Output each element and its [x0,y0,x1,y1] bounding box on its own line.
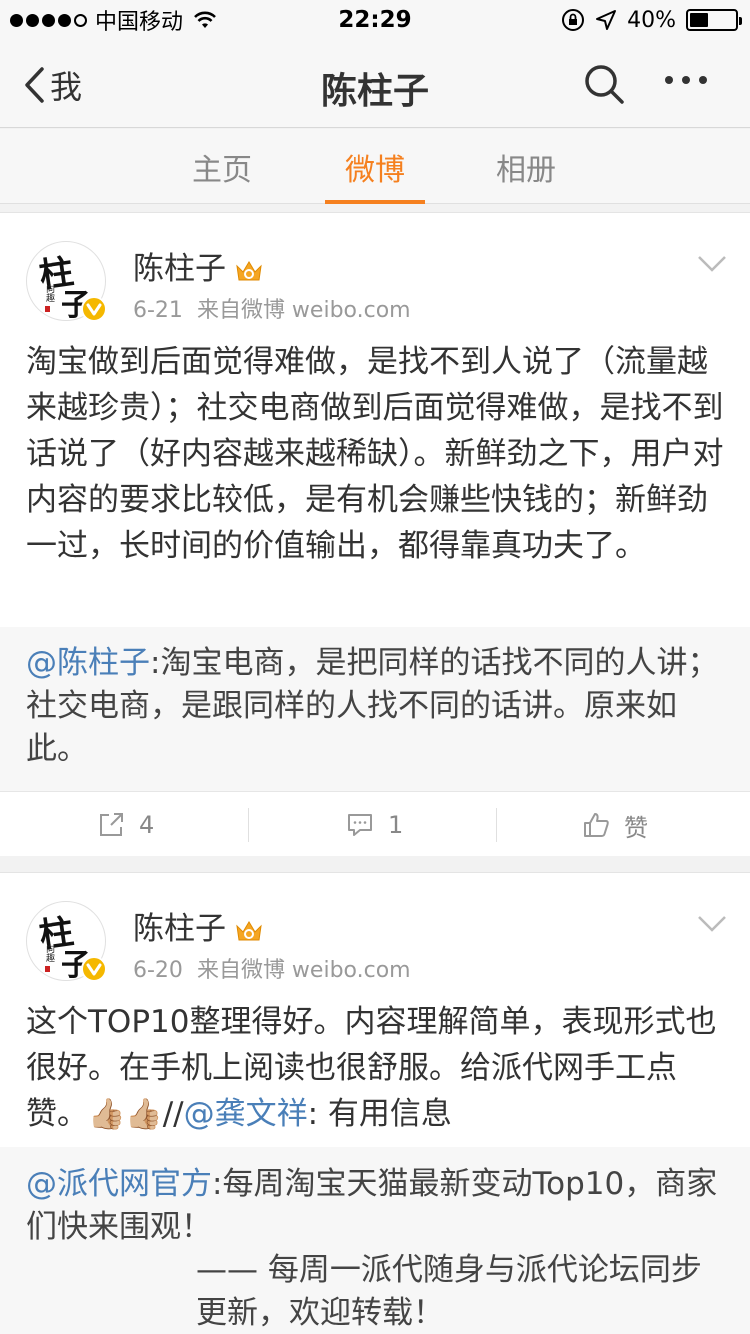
repost-mention[interactable]: @派代网官方 [26,1166,212,1202]
battery-icon [686,9,742,31]
repost-block[interactable]: @陈柱子:淘宝电商，是把同样的话找不同的人讲；社交电商，是跟同样的人找不同的话讲… [0,627,750,791]
tab-home[interactable]: 主页 [172,145,272,189]
post-source: 来自微博 weibo.com [196,298,411,323]
post-date: 6-20 [133,958,183,983]
verified-icon [81,296,107,322]
more-icon[interactable] [665,76,707,84]
post-mention[interactable]: @龚文祥 [184,1096,308,1132]
avatar[interactable]: 柱 子 向趣 [26,241,107,322]
tab-album[interactable]: 相册 [476,145,576,189]
status-bar: 中国移动 22:29 40% [0,0,750,40]
post-source: 来自微博 weibo.com [196,958,411,983]
orientation-lock-icon [562,9,585,31]
crown-icon [236,260,262,280]
profile-tabs: 主页 微博 相册 [0,129,750,204]
like-label: 赞 [624,813,648,842]
avatar[interactable]: 柱 子 向趣 [26,901,107,982]
repost-text: @陈柱子:淘宝电商，是把同样的话找不同的人讲；社交电商，是跟同样的人找不同的话讲… [26,642,726,771]
like-icon [584,813,609,837]
page-title: 陈柱子 [320,71,429,112]
post-card[interactable]: 柱 子 向趣 陈柱子 6-21 来自微博 weibo.com 淘宝做到后面觉得难… [0,212,750,856]
repost-block[interactable]: @派代网官方:每周淘宝天猫最新变动Top10，商家们快来围观！ —— 每周一派代随… [0,1147,750,1334]
crown-icon [236,920,262,940]
divider [248,808,249,842]
action-bar: 4 1 赞 [0,791,750,857]
comment-icon [348,814,372,836]
tab-weibo[interactable]: 微博 [325,145,425,189]
post-text: 这个TOP10整理得好。内容理解简单，表现形式也很好。在手机上阅读也很舒服。给派… [26,999,726,1138]
repost-mention[interactable]: @陈柱子 [26,645,150,681]
search-icon[interactable] [582,62,626,106]
chevron-down-icon[interactable] [697,255,727,273]
like-button[interactable]: 赞 [582,792,648,858]
user-name-text: 陈柱子 [133,251,226,287]
thumbs-up-emoji: 👍🏼👍🏼 [88,1097,163,1132]
post-date: 6-21 [133,298,183,323]
post-text-tail: : 有用信息 [307,1096,452,1132]
repost-icon [100,813,123,836]
user-name[interactable]: 陈柱子 [133,903,264,948]
repost-count: 4 [139,811,155,839]
user-name-text: 陈柱子 [133,911,226,947]
user-name[interactable]: 陈柱子 [133,243,264,288]
post-text: 淘宝做到后面觉得难做，是找不到人说了（流量越来越珍贵）；社交电商做到后面觉得难做… [26,344,724,564]
post-card[interactable]: 柱 子 向趣 陈柱子 6-20 来自微博 weibo.com 这个TOP10整理… [0,872,750,1334]
repost-button[interactable]: 4 [97,792,154,858]
comment-count: 1 [388,811,404,839]
post-meta: 6-20 来自微博 weibo.com [133,952,411,984]
repost-separator: // [162,1096,184,1132]
nav-bar: 我 陈柱子 [0,40,750,128]
battery-percent: 40% [627,7,676,33]
repost-text: @派代网官方:每周淘宝天猫最新变动Top10，商家们快来围观！ —— 每周一派代随… [26,1163,726,1334]
divider [496,808,497,842]
location-icon [596,10,617,30]
chevron-down-icon[interactable] [697,915,727,933]
repost-signature: —— 每周一派代随身与派代论坛同步更新，欢迎转载！ [196,1252,702,1331]
comment-button[interactable]: 1 [346,792,403,858]
verified-icon [81,956,107,982]
active-tab-indicator [325,200,425,204]
post-meta: 6-21 来自微博 weibo.com [133,292,411,324]
